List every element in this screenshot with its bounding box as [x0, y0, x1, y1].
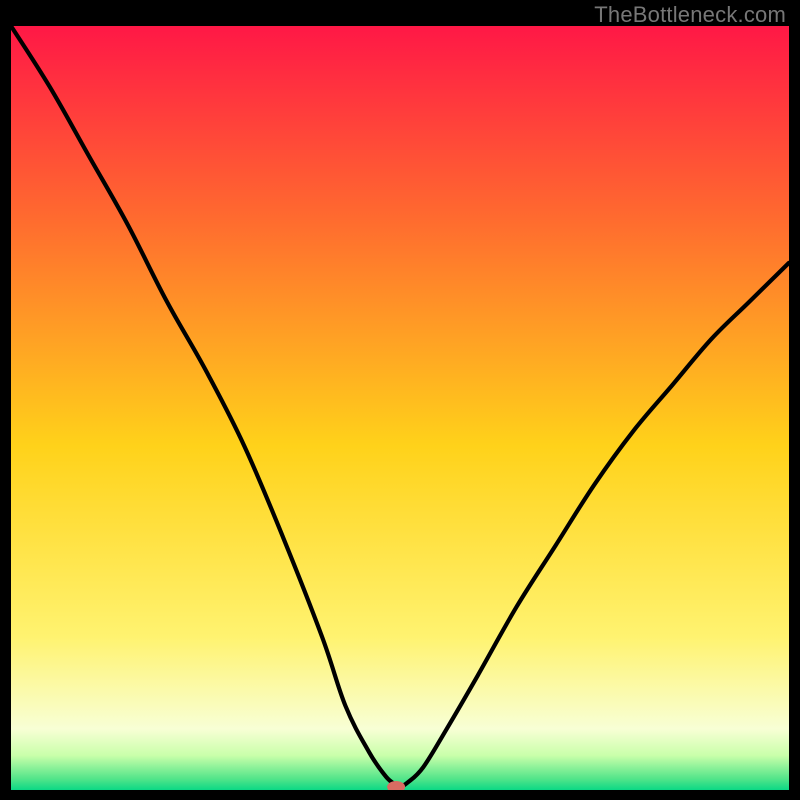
chart-frame	[11, 26, 789, 790]
gradient-background	[11, 26, 789, 790]
bottleneck-chart	[11, 26, 789, 790]
watermark-text: TheBottleneck.com	[594, 2, 786, 28]
